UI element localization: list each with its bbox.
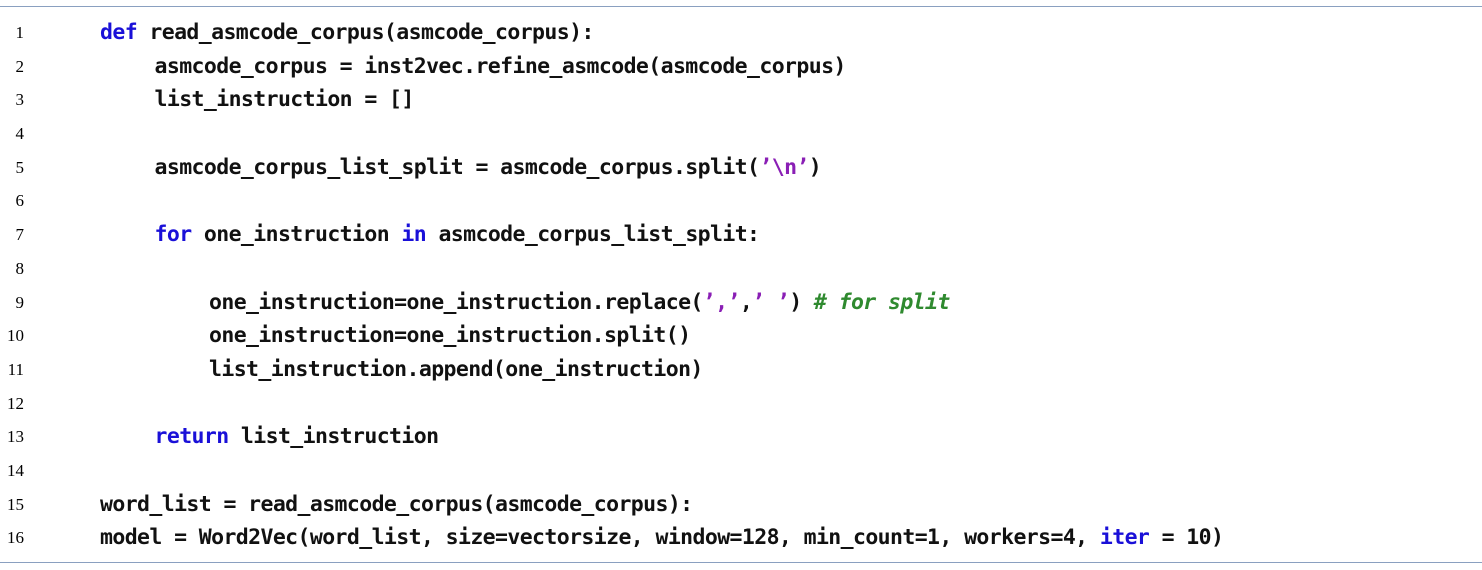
line-number: 5 [15,157,25,177]
line-number: 7 [15,225,25,245]
code-line: 10 one_instruction=one_instruction.split(… [0,319,1482,353]
line-number: 3 [15,90,25,110]
code-text: return list_instruction [154,420,440,454]
line-number: 11 [7,359,24,379]
code-line: 12 [0,387,1482,421]
code-token: list_instruction [228,424,439,450]
code-text: one_instruction=one_instruction.replace(… [209,286,950,320]
code-line: 8 [0,252,1482,286]
line-number: 6 [15,191,25,211]
code-token: list_instruction = [] [154,87,415,113]
code-line: 9 one_instruction=one_instruction.replace… [0,286,1482,320]
code-token: = 10) [1149,525,1224,551]
line-number: 12 [7,393,24,413]
code-token: asmcode_corpus_list_split: [426,222,760,248]
line-number: 14 [7,460,24,480]
comment-token: # for split [813,289,950,315]
code-text: list_instruction = [] [154,83,415,117]
line-number: 16 [7,528,24,548]
code-token: one_instruction=one_instruction.replace( [209,289,703,315]
string-token: ’\n’ [759,154,809,180]
code-listing: 1 def read_asmcode_corpus(asmcode_corpus)… [0,16,1482,555]
code-text: word_list = read_asmcode_corpus(asmcode_… [100,488,693,522]
code-line: 15 word_list = read_asmcode_corpus(asmcod… [0,488,1482,522]
code-text: model = Word2Vec(word_list, size=vectors… [100,521,1224,555]
line-number: 13 [7,427,24,447]
top-rule [0,6,1482,7]
code-text: for one_instruction in asmcode_corpus_li… [154,218,761,252]
line-number: 4 [15,124,25,144]
keyword-token: def [100,20,138,45]
code-line: 6 [0,184,1482,218]
line-number: 15 [7,494,24,514]
line-number: 8 [15,258,25,278]
code-line: 2 asmcode_corpus = inst2vec.refine_asmcod… [0,50,1482,84]
code-line: 11 list_instruction.append(one_instructio… [0,353,1482,387]
code-token: asmcode_corpus_list_split = asmcode_corp… [154,154,760,180]
code-line: 1 def read_asmcode_corpus(asmcode_corpus)… [0,16,1482,50]
bottom-rule [0,562,1482,563]
line-number: 10 [7,326,24,346]
keyword-token: for [154,222,193,248]
code-token: , [739,289,753,315]
code-text: asmcode_corpus_list_split = asmcode_corp… [155,151,822,185]
code-line: 5 asmcode_corpus_list_split = asmcode_cor… [0,151,1482,185]
code-token: ) [808,154,822,180]
string-token: ’,’ [702,289,741,315]
keyword-token: iter [1099,525,1150,551]
code-text: asmcode_corpus = inst2vec.refine_asmcode… [154,50,847,84]
line-number: 2 [15,56,25,76]
code-token: asmcode_corpus = inst2vec.refine_asmcode… [154,53,847,79]
string-token: ’ ’ [752,289,790,315]
line-number: 1 [15,23,25,42]
code-token: one_instruction [191,222,402,248]
code-line: 3 list_instruction = [] [0,83,1482,117]
code-text: one_instruction=one_instruction.split() [209,319,691,353]
code-token: word_list = read_asmcode_corpus(asmcode_… [100,491,693,517]
code-text: def read_asmcode_corpus(asmcode_corpus): [100,16,594,50]
code-token: model = Word2Vec(word_list, size=vectors… [100,525,1100,551]
keyword-token: in [401,222,427,248]
code-token: ) [789,289,814,315]
code-token: one_instruction=one_instruction.split() [209,323,691,349]
line-number: 9 [15,292,25,312]
code-line: 16 model = Word2Vec(word_list, size=vecto… [0,521,1482,555]
code-line: 14 [0,454,1482,488]
code-token: read_asmcode_corpus(asmcode_corpus): [137,20,594,45]
code-line: 4 [0,117,1482,151]
code-line: 13 return list_instruction [0,420,1482,454]
code-text: list_instruction.append(one_instruction) [209,353,703,387]
code-line: 7 for one_instruction in asmcode_corpus_l… [0,218,1482,252]
code-token: list_instruction.append(one_instruction) [209,356,703,382]
keyword-token: return [154,424,230,450]
